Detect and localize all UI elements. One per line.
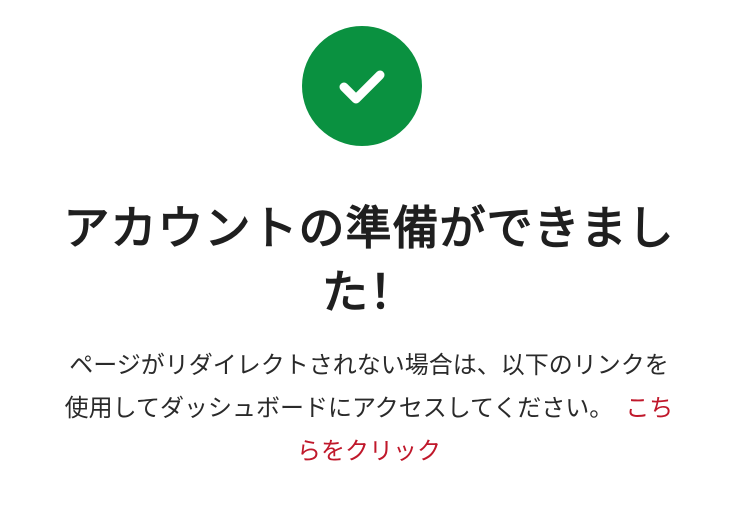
checkmark-icon (339, 70, 385, 104)
redirect-message: ページがリダイレクトされない場合は、以下のリンクを使用してダッシュボードにアクセ… (58, 344, 680, 473)
page-title: アカウントの準備ができました！ (63, 201, 675, 319)
success-check-icon (302, 26, 422, 146)
redirect-message-text: ページがリダイレクトされない場合は、以下のリンクを使用してダッシュボードにアクセ… (64, 351, 669, 422)
